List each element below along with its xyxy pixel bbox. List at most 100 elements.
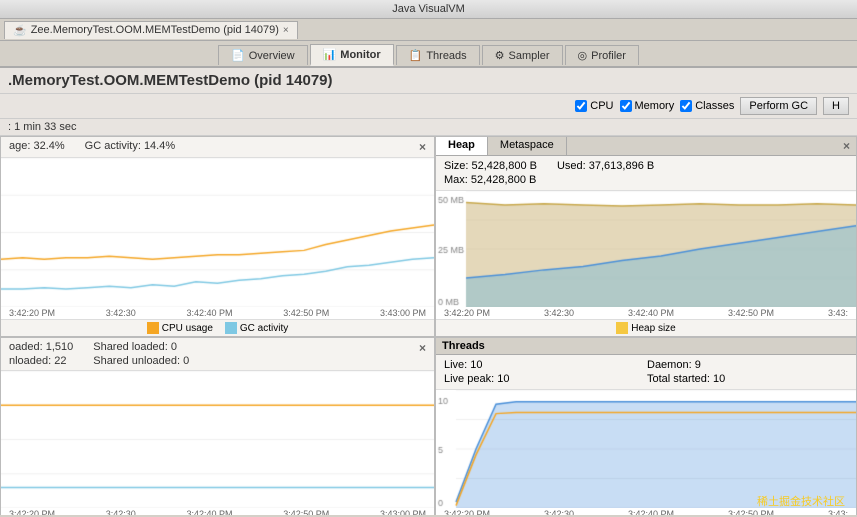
heap-tab-metaspace[interactable]: Metaspace <box>488 137 567 155</box>
monitor-icon: 📊 <box>323 48 337 61</box>
threads-chart-container <box>436 390 856 508</box>
main-content: .MemoryTest.OOM.MEMTestDemo (pid 14079) … <box>0 68 857 515</box>
classes-time-5: 3:43:00 PM <box>380 509 426 515</box>
cpu-checkbox-item: CPU <box>575 100 613 112</box>
threads-time-axis: 3:42:20 PM 3:42:30 3:42:40 PM 3:42:50 PM… <box>436 508 856 515</box>
file-tab-close[interactable]: × <box>283 25 289 36</box>
cpu-chart <box>1 158 434 307</box>
file-tab-bar: ☕ Zee.MemoryTest.OOM.MEMTestDemo (pid 14… <box>0 19 857 41</box>
classes-left-stats: oaded: 1,510 nloaded: 22 <box>9 341 73 367</box>
cpu-time-3: 3:42:40 PM <box>186 308 232 318</box>
threads-title: Threads <box>442 340 485 352</box>
classes-panel: oaded: 1,510 nloaded: 22 Shared loaded: … <box>0 337 435 515</box>
cpu-time-2: 3:42:30 <box>106 308 136 318</box>
threads-live-peak: Live peak: 10 <box>444 373 645 385</box>
gc-activity-stat: GC activity: 14.4% <box>85 140 175 154</box>
app-title: .MemoryTest.OOM.MEMTestDemo (pid 14079) <box>8 72 333 89</box>
heap-legend: Heap size <box>436 319 856 336</box>
heap-time-4: 3:42:50 PM <box>728 308 774 318</box>
classes-time-1: 3:42:20 PM <box>9 509 55 515</box>
gc-activity-legend-label: GC activity <box>240 323 288 334</box>
classes-checkbox-item: Classes <box>680 100 734 112</box>
title-bar: Java VisualVM <box>0 0 857 19</box>
threads-time-2: 3:42:30 <box>544 509 574 515</box>
heap-chart-container <box>436 191 856 307</box>
classes-right-stats: Shared loaded: 0 Shared unloaded: 0 <box>93 341 189 367</box>
controls-bar: CPU Memory Classes Perform GC H <box>0 94 857 119</box>
tab-threads[interactable]: 📋 Threads <box>396 45 480 65</box>
overview-icon: 📄 <box>231 49 245 62</box>
heap-tab-heap[interactable]: Heap <box>436 137 488 155</box>
classes-panel-close[interactable]: × <box>419 341 426 367</box>
heap-size-legend: Heap size <box>616 322 675 334</box>
tab-monitor[interactable]: 📊 Monitor <box>310 44 394 66</box>
classes-label: Classes <box>695 100 734 112</box>
file-tab[interactable]: ☕ Zee.MemoryTest.OOM.MEMTestDemo (pid 14… <box>4 21 298 39</box>
classes-loaded: oaded: 1,510 <box>9 341 73 353</box>
heap-time-1: 3:42:20 PM <box>444 308 490 318</box>
memory-checkbox[interactable] <box>620 100 632 112</box>
threads-chart <box>436 390 856 508</box>
panels-container: age: 32.4% GC activity: 14.4% × 3:42:20 … <box>0 136 857 515</box>
shared-unloaded: Shared unloaded: 0 <box>93 355 189 367</box>
heap-used: Used: 37,613,896 B <box>557 160 654 186</box>
threads-time-1: 3:42:20 PM <box>444 509 490 515</box>
cpu-checkbox[interactable] <box>575 100 587 112</box>
heap-size-color <box>616 322 628 334</box>
profiler-icon: ◎ <box>578 49 588 62</box>
cpu-legend: CPU usage GC activity <box>1 319 434 336</box>
elapsed-time: : 1 min 33 sec <box>8 121 76 133</box>
sampler-icon: ⚙ <box>495 49 505 62</box>
cpu-usage-stat: age: 32.4% <box>9 140 65 154</box>
window-title: Java VisualVM <box>392 3 465 15</box>
tab-profiler-label: Profiler <box>591 50 626 62</box>
heap-panel: Heap Metaspace × Size: 52,428,800 B Max:… <box>435 136 857 337</box>
threads-total-started: Total started: 10 <box>647 373 848 385</box>
classes-checkbox[interactable] <box>680 100 692 112</box>
tab-overview-label: Overview <box>249 50 295 62</box>
heap-panel-close[interactable]: × <box>837 137 856 155</box>
classes-unloaded: nloaded: 22 <box>9 355 73 367</box>
cpu-time-1: 3:42:20 PM <box>9 308 55 318</box>
cpu-panel: age: 32.4% GC activity: 14.4% × 3:42:20 … <box>0 136 435 337</box>
classes-time-3: 3:42:40 PM <box>186 509 232 515</box>
nav-tabs: 📄 Overview 📊 Monitor 📋 Threads ⚙ Sampler… <box>0 41 857 68</box>
file-tab-icon: ☕ <box>13 24 27 37</box>
time-display: : 1 min 33 sec <box>0 119 857 136</box>
tab-sampler-label: Sampler <box>509 50 550 62</box>
classes-chart <box>1 371 434 508</box>
watermark: 稀土掘金技术社区 <box>757 493 845 509</box>
threads-time-5: 3:43: <box>828 509 848 515</box>
app-header: .MemoryTest.OOM.MEMTestDemo (pid 14079) <box>0 68 857 94</box>
heap-max: Max: 52,428,800 B <box>444 174 537 186</box>
tab-overview[interactable]: 📄 Overview <box>218 45 308 65</box>
cpu-label: CPU <box>590 100 613 112</box>
cpu-usage-legend: CPU usage <box>147 322 213 334</box>
controls-right: CPU Memory Classes Perform GC H <box>575 97 849 115</box>
cpu-time-4: 3:42:50 PM <box>283 308 329 318</box>
cpu-chart-container <box>1 158 434 307</box>
heap-chart <box>436 191 856 307</box>
heap-size: Size: 52,428,800 B <box>444 160 537 172</box>
heap-time-5: 3:43: <box>828 308 848 318</box>
cpu-panel-close[interactable]: × <box>419 140 426 154</box>
threads-icon: 📋 <box>409 49 423 62</box>
cpu-time-axis: 3:42:20 PM 3:42:30 3:42:40 PM 3:42:50 PM… <box>1 307 434 319</box>
tab-profiler[interactable]: ◎ Profiler <box>565 45 639 65</box>
gc-activity-legend: GC activity <box>225 322 288 334</box>
heap-time-axis: 3:42:20 PM 3:42:30 3:42:40 PM 3:42:50 PM… <box>436 307 856 319</box>
classes-time-axis: 3:42:20 PM 3:42:30 3:42:40 PM 3:42:50 PM… <box>1 508 434 515</box>
tab-sampler[interactable]: ⚙ Sampler <box>482 45 563 65</box>
perform-gc-button[interactable]: Perform GC <box>740 97 817 115</box>
heap-time-3: 3:42:40 PM <box>628 308 674 318</box>
heap-size-legend-label: Heap size <box>631 323 675 334</box>
heap-size-stats: Size: 52,428,800 B Max: 52,428,800 B <box>444 160 537 186</box>
heap-dump-button[interactable]: H <box>823 97 849 115</box>
threads-daemon: Daemon: 9 <box>647 359 848 371</box>
file-tab-label: Zee.MemoryTest.OOM.MEMTestDemo (pid 1407… <box>31 24 279 36</box>
tab-monitor-label: Monitor <box>340 49 380 61</box>
memory-label: Memory <box>635 100 675 112</box>
cpu-usage-color <box>147 322 159 334</box>
cpu-time-5: 3:43:00 PM <box>380 308 426 318</box>
classes-time-2: 3:42:30 <box>106 509 136 515</box>
